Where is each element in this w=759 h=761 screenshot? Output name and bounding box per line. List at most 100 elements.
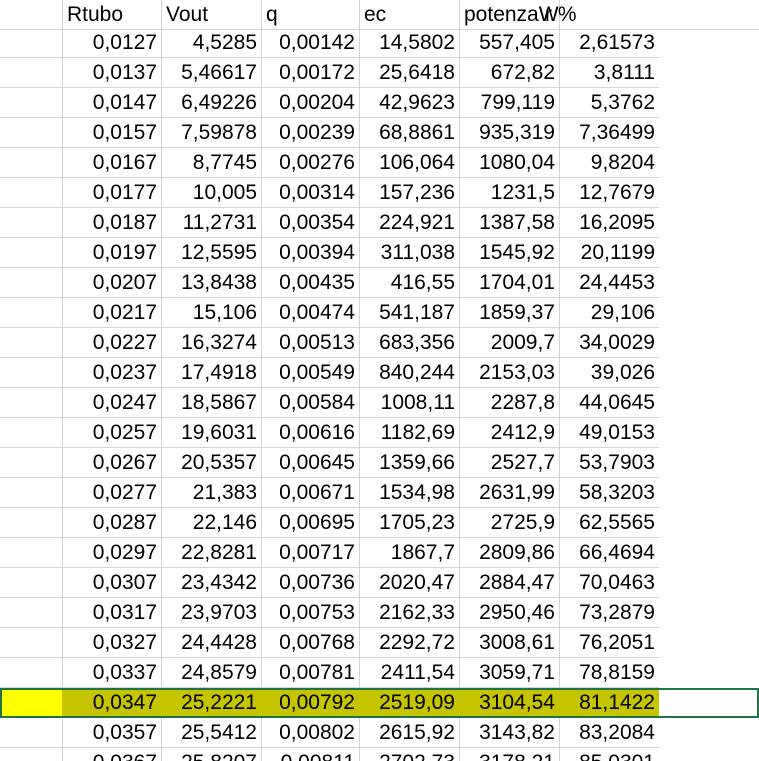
cell-rtubo[interactable]: 0,0127 bbox=[63, 28, 162, 58]
cell-q[interactable]: 0,00172 bbox=[262, 58, 360, 88]
cell-potenzaw[interactable]: 2884,47 bbox=[460, 568, 560, 598]
cell-q[interactable]: 0,00239 bbox=[262, 118, 360, 148]
cell-vout[interactable]: 25,2221 bbox=[162, 688, 262, 718]
table-row[interactable]: 0,0147 6,49226 0,00204 42,9623 799,119 5,3762 bbox=[0, 88, 759, 118]
cell-vout[interactable]: 8,7745 bbox=[162, 148, 262, 178]
cell-ec[interactable]: 2519,09 bbox=[360, 688, 460, 718]
cell-rtubo[interactable]: 0,0247 bbox=[63, 388, 162, 418]
cell-r-percent[interactable]: 85,0301 bbox=[560, 748, 659, 761]
cell-r-percent[interactable]: 44,0645 bbox=[560, 388, 659, 418]
cell-q[interactable]: 0,00204 bbox=[262, 88, 360, 118]
blank-cell[interactable] bbox=[0, 508, 63, 538]
cell-rtubo[interactable]: 0,0257 bbox=[63, 418, 162, 448]
cell-ec[interactable]: 2292,72 bbox=[360, 628, 460, 658]
cell-ec[interactable]: 1008,11 bbox=[360, 388, 460, 418]
cell-potenzaw[interactable]: 935,319 bbox=[460, 118, 560, 148]
cell-ec[interactable]: 311,038 bbox=[360, 238, 460, 268]
blank-cell[interactable] bbox=[0, 118, 63, 148]
cell-r-percent[interactable]: 16,2095 bbox=[560, 208, 659, 238]
cell-q[interactable]: 0,00792 bbox=[262, 688, 360, 718]
table-row[interactable]: 0,0257 19,6031 0,00616 1182,69 2412,9 49,0153 bbox=[0, 418, 759, 448]
cell-rtubo[interactable]: 0,0337 bbox=[63, 658, 162, 688]
cell-r-percent[interactable]: 9,8204 bbox=[560, 148, 659, 178]
cell-potenzaw[interactable]: 2287,8 bbox=[460, 388, 560, 418]
cell-ec[interactable]: 42,9623 bbox=[360, 88, 460, 118]
table-row[interactable]: 0,0137 5,46617 0,00172 25,6418 672,82 3,8111 bbox=[0, 58, 759, 88]
cell-rtubo[interactable]: 0,0217 bbox=[63, 298, 162, 328]
cell-r-percent[interactable]: 78,8159 bbox=[560, 658, 659, 688]
cell-potenzaw[interactable]: 1231,5 bbox=[460, 178, 560, 208]
cell-vout[interactable]: 15,106 bbox=[162, 298, 262, 328]
cell-rtubo[interactable]: 0,0267 bbox=[63, 448, 162, 478]
cell-vout[interactable]: 5,46617 bbox=[162, 58, 262, 88]
cell-potenzaw[interactable]: 2153,03 bbox=[460, 358, 560, 388]
blank-cell[interactable] bbox=[0, 0, 63, 30]
cell-vout[interactable]: 19,6031 bbox=[162, 418, 262, 448]
blank-cell[interactable] bbox=[0, 478, 63, 508]
cell-q[interactable]: 0,00781 bbox=[262, 658, 360, 688]
cell-rtubo[interactable]: 0,0277 bbox=[63, 478, 162, 508]
blank-cell[interactable] bbox=[0, 568, 63, 598]
blank-cell[interactable] bbox=[0, 178, 63, 208]
cell-potenzaw[interactable]: 3059,71 bbox=[460, 658, 560, 688]
cell-q[interactable]: 0,00142 bbox=[262, 28, 360, 58]
cell-vout[interactable]: 7,59878 bbox=[162, 118, 262, 148]
header-q[interactable]: q bbox=[262, 0, 360, 30]
cell-q[interactable]: 0,00645 bbox=[262, 448, 360, 478]
table-row[interactable]: 0,0217 15,106 0,00474 541,187 1859,37 29,106 bbox=[0, 298, 759, 328]
cell-ec[interactable]: 2702,73 bbox=[360, 748, 460, 761]
cell-q[interactable]: 0,00276 bbox=[262, 148, 360, 178]
cell-r-percent[interactable]: 39,026 bbox=[560, 358, 659, 388]
cell-q[interactable]: 0,00394 bbox=[262, 238, 360, 268]
table-row[interactable]: 0,0187 11,2731 0,00354 224,921 1387,58 16,209… bbox=[0, 208, 759, 238]
cell-potenzaw[interactable]: 1545,92 bbox=[460, 238, 560, 268]
blank-cell[interactable] bbox=[0, 628, 63, 658]
cell-potenzaw[interactable]: 2631,99 bbox=[460, 478, 560, 508]
cell-rtubo[interactable]: 0,0237 bbox=[63, 358, 162, 388]
cell-potenzaw[interactable]: 1704,01 bbox=[460, 268, 560, 298]
cell-r-percent[interactable]: 3,8111 bbox=[560, 58, 659, 88]
cell-q[interactable]: 0,00474 bbox=[262, 298, 360, 328]
cell-r-percent[interactable]: 49,0153 bbox=[560, 418, 659, 448]
cell-r-percent[interactable]: 66,4694 bbox=[560, 538, 659, 568]
table-row[interactable]: 0,0327 24,4428 0,00768 2292,72 3008,61 76,205… bbox=[0, 628, 759, 658]
table-row[interactable]: 0,0197 12,5595 0,00394 311,038 1545,92 20,119… bbox=[0, 238, 759, 268]
cell-q[interactable]: 0,00314 bbox=[262, 178, 360, 208]
table-row[interactable]: 0,0237 17,4918 0,00549 840,244 2153,03 39,026 bbox=[0, 358, 759, 388]
cell-r-percent[interactable]: 2,61573 bbox=[560, 28, 659, 58]
blank-cell[interactable] bbox=[0, 658, 63, 688]
blank-cell[interactable] bbox=[0, 88, 63, 118]
cell-r-percent[interactable]: 7,36499 bbox=[560, 118, 659, 148]
cell-potenzaw[interactable]: 2412,9 bbox=[460, 418, 560, 448]
cell-q[interactable]: 0,00753 bbox=[262, 598, 360, 628]
table-row[interactable]: 0,0297 22,8281 0,00717 1867,7 2809,86 66,4694 bbox=[0, 538, 759, 568]
cell-ec[interactable]: 224,921 bbox=[360, 208, 460, 238]
cell-potenzaw[interactable]: 1387,58 bbox=[460, 208, 560, 238]
blank-cell[interactable] bbox=[0, 298, 63, 328]
cell-rtubo[interactable]: 0,0327 bbox=[63, 628, 162, 658]
cell-ec[interactable]: 14,5802 bbox=[360, 28, 460, 58]
cell-vout[interactable]: 25,8207 bbox=[162, 748, 262, 761]
header-ec[interactable]: ec bbox=[360, 0, 460, 30]
cell-q[interactable]: 0,00802 bbox=[262, 718, 360, 748]
blank-cell[interactable] bbox=[0, 238, 63, 268]
cell-rtubo[interactable]: 0,0317 bbox=[63, 598, 162, 628]
cell-ec[interactable]: 1867,7 bbox=[360, 538, 460, 568]
blank-cell[interactable] bbox=[0, 28, 63, 58]
cell-vout[interactable]: 18,5867 bbox=[162, 388, 262, 418]
cell-r-percent[interactable]: 29,106 bbox=[560, 298, 659, 328]
cell-ec[interactable]: 68,8861 bbox=[360, 118, 460, 148]
cell-ec[interactable]: 1705,23 bbox=[360, 508, 460, 538]
cell-rtubo[interactable]: 0,0297 bbox=[63, 538, 162, 568]
blank-cell[interactable] bbox=[0, 208, 63, 238]
blank-cell[interactable] bbox=[0, 328, 63, 358]
cell-q[interactable]: 0,00549 bbox=[262, 358, 360, 388]
cell-q[interactable]: 0,00435 bbox=[262, 268, 360, 298]
cell-vout[interactable]: 16,3274 bbox=[162, 328, 262, 358]
cell-q[interactable]: 0,00584 bbox=[262, 388, 360, 418]
cell-rtubo[interactable]: 0,0227 bbox=[63, 328, 162, 358]
table-row[interactable]: 0,0317 23,9703 0,00753 2162,33 2950,46 73,287… bbox=[0, 598, 759, 628]
table-row[interactable]: 0,0287 22,146 0,00695 1705,23 2725,9 62,5565 bbox=[0, 508, 759, 538]
cell-r-percent[interactable]: 81,1422 bbox=[560, 688, 659, 718]
cell-vout[interactable]: 23,4342 bbox=[162, 568, 262, 598]
